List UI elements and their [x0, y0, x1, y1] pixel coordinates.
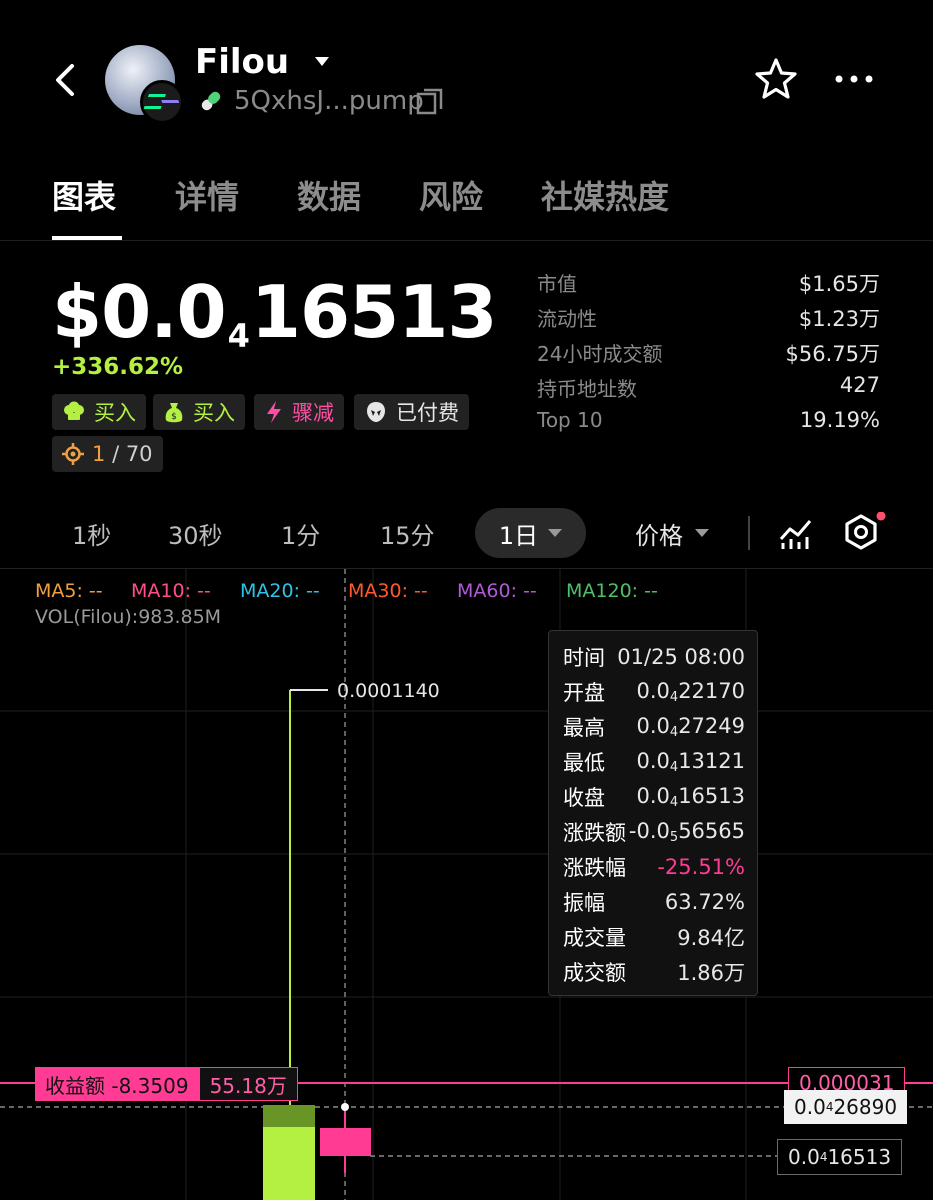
caret-down-icon — [548, 528, 563, 537]
last-price-label: 0.0 4 16513 — [777, 1139, 903, 1175]
eagle-icon — [367, 402, 385, 422]
tag-label: 骤减 — [292, 401, 334, 425]
tooltip-row-open: 开盘 0.0422170 — [563, 678, 745, 705]
indicators-button[interactable] — [778, 515, 814, 551]
caret-down-icon — [695, 529, 709, 537]
high-price-label: 0.0001140 — [337, 680, 440, 702]
chart-settings-button[interactable] — [843, 512, 887, 554]
rank-tag[interactable]: 1 / 70 — [52, 436, 163, 472]
tooltip-row-time: 时间 01/25 08:00 — [563, 644, 745, 670]
current-price: $0.0416513 — [52, 270, 497, 355]
timeframe-active-label: 1日 — [498, 521, 539, 550]
timeframe-1s[interactable]: 1秒 — [72, 516, 111, 551]
candle-tooltip: 时间 01/25 08:00 开盘 0.0422170 最高 0.0427249 最低… — [548, 630, 758, 996]
tooltip-row-turnover: 成交额 1.86万 — [563, 960, 745, 985]
timeframe-15m[interactable]: 15分 — [380, 516, 435, 551]
more-button[interactable] — [834, 66, 874, 92]
stat-label-holders: 持币地址数 — [537, 377, 637, 401]
crosshair-price-label: 0.0 4 26890 — [784, 1090, 908, 1124]
tab-data[interactable]: 数据 — [297, 172, 361, 218]
stat-value-holders: 427 — [839, 373, 880, 397]
tag-label: 买入 — [94, 401, 136, 425]
stat-value-market-cap: $1.65万 — [798, 272, 880, 296]
ma20-legend: MA20: -- — [240, 580, 320, 602]
toolbar-divider — [748, 516, 750, 550]
stat-label-market-cap: 市值 — [537, 272, 577, 296]
back-arrow-icon — [56, 64, 74, 96]
timeframe-30s[interactable]: 30秒 — [168, 516, 223, 551]
stat-value-top10: 19.19% — [799, 408, 880, 432]
candle-body-down — [320, 1128, 371, 1156]
svg-text:$: $ — [171, 412, 177, 422]
timeframe-1m[interactable]: 1分 — [281, 516, 320, 551]
star-icon — [755, 58, 797, 99]
tag-label: 已付费 — [396, 401, 459, 425]
tooltip-row-high: 最高 0.0427249 — [563, 713, 745, 740]
pnl-label: 收益额 -8.3509 — [35, 1067, 199, 1101]
copy-address-button[interactable] — [416, 88, 444, 116]
stat-value-liquidity: $1.23万 — [798, 307, 880, 331]
token-name[interactable]: Filou — [195, 42, 329, 82]
metric-label: 价格 — [635, 522, 683, 550]
rank-total: / 70 — [112, 442, 153, 466]
stat-label-liquidity: 流动性 — [537, 307, 597, 331]
token-address: 5QxhsJ...pump — [234, 86, 424, 116]
solana-badge — [140, 80, 184, 124]
pnl-amount: 55.18万 — [198, 1067, 298, 1101]
tag-label: 买入 — [193, 401, 235, 425]
tag-moneybag-buy[interactable]: $ 买入 — [153, 394, 245, 430]
hexagon-settings-icon — [845, 512, 886, 550]
tab-details[interactable]: 详情 — [175, 172, 239, 218]
token-name-label: Filou — [195, 42, 290, 82]
tooltip-row-volume: 成交量 9.84亿 — [563, 925, 745, 950]
price-change: +336.62% — [52, 354, 184, 380]
tag-paid[interactable]: 已付费 — [354, 394, 469, 430]
tab-chart[interactable]: 图表 — [52, 172, 116, 218]
tabs-divider — [0, 240, 933, 241]
tooltip-row-amplitude: 振幅 63.72% — [563, 889, 745, 915]
tooltip-row-low: 最低 0.0413121 — [563, 748, 745, 775]
stat-label-top10: Top 10 — [537, 408, 603, 432]
crosshair-target-icon — [62, 443, 84, 465]
stat-label-24h-volume: 24小时成交额 — [537, 342, 663, 366]
caret-down-icon — [314, 57, 329, 66]
ma30-legend: MA30: -- — [348, 580, 428, 602]
indicator-chart-icon — [779, 520, 812, 549]
tooltip-row-change-pct: 涨跌幅 -25.51% — [563, 854, 745, 880]
solana-icon — [143, 94, 180, 109]
more-icon — [835, 75, 873, 83]
volume-legend: VOL(Filou):983.85M — [35, 606, 222, 628]
timeframe-1d-dropdown[interactable]: 1日 — [475, 508, 586, 558]
copy-icon — [416, 88, 443, 115]
chef-hat-icon — [64, 401, 84, 420]
tag-chef-buy[interactable]: 买入 — [52, 394, 146, 430]
tab-social[interactable]: 社媒热度 — [541, 172, 669, 218]
pill-icon — [198, 88, 224, 114]
lightning-icon — [267, 401, 281, 423]
crosshair-dot — [341, 1103, 349, 1111]
tab-risk[interactable]: 风险 — [419, 172, 483, 218]
ma5-legend: MA5: -- — [35, 580, 103, 602]
ma10-legend: MA10: -- — [131, 580, 211, 602]
rank-current: 1 — [92, 442, 106, 466]
money-bag-icon: $ — [165, 403, 183, 423]
back-button[interactable] — [48, 62, 84, 98]
tooltip-row-change: 涨跌额 -0.0556565 — [563, 818, 745, 845]
favorite-button[interactable] — [754, 57, 798, 101]
pnl-tag[interactable]: 收益额 -8.3509 55.18万 — [35, 1067, 298, 1101]
tag-sharp-drop[interactable]: 骤减 — [254, 394, 344, 430]
ma120-legend: MA120: -- — [566, 580, 658, 602]
candle-body-up-shade — [263, 1105, 315, 1127]
ma60-legend: MA60: -- — [457, 580, 537, 602]
metric-dropdown[interactable]: 价格 — [635, 516, 709, 551]
stat-value-24h-volume: $56.75万 — [785, 342, 880, 366]
tooltip-row-close: 收盘 0.0416513 — [563, 783, 745, 810]
